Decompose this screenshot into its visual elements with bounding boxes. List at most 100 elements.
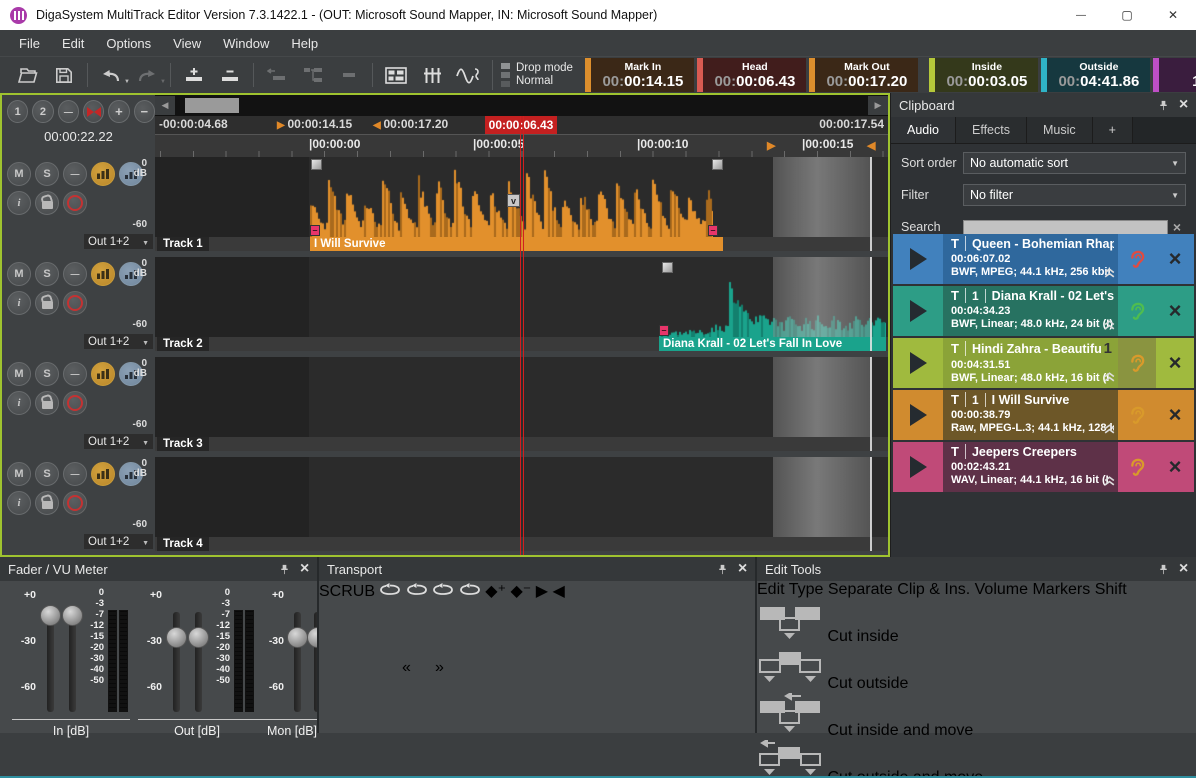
menu-view[interactable]: View xyxy=(162,30,212,57)
next-icon[interactable]: » xyxy=(435,659,463,687)
pin-icon[interactable] xyxy=(717,564,728,575)
play-icon[interactable] xyxy=(893,442,943,492)
tab-volume[interactable]: Volume xyxy=(975,581,1028,598)
zoom-to-selection-button[interactable] xyxy=(83,100,104,123)
expand-icon[interactable] xyxy=(1103,317,1116,335)
play-to-mark-button[interactable] xyxy=(540,591,592,643)
pin-icon[interactable] xyxy=(279,564,290,575)
remove-item-icon[interactable] xyxy=(1156,286,1194,336)
cut-outside-tool[interactable]: Cut outside xyxy=(757,646,1196,693)
menu-help[interactable]: Help xyxy=(280,30,329,57)
title-toggle[interactable]: T xyxy=(951,392,966,407)
play-button[interactable] xyxy=(395,587,469,661)
filter-select[interactable]: No filter xyxy=(963,184,1186,206)
fade-in-handle[interactable] xyxy=(311,159,322,170)
cut-inside-move-tool[interactable]: Cut inside and move xyxy=(757,693,1196,740)
lock-icon[interactable] xyxy=(35,391,59,415)
minimize-track-button[interactable] xyxy=(63,162,87,186)
volume-point-marker[interactable] xyxy=(507,194,520,207)
fade-out-handle[interactable] xyxy=(712,159,723,170)
undo-icon[interactable] xyxy=(96,61,126,89)
mixer-blocks-icon[interactable] xyxy=(381,61,411,89)
solo-button[interactable] xyxy=(35,162,59,186)
record-button[interactable] xyxy=(334,593,398,657)
redo-icon[interactable] xyxy=(132,61,162,89)
cut-inside-tool[interactable]: Cut inside xyxy=(757,599,1196,646)
prelisten-ear-icon[interactable] xyxy=(1118,442,1156,492)
zoom-preset-2-button[interactable] xyxy=(32,100,53,123)
scroll-left-icon[interactable]: ◀ xyxy=(155,96,175,115)
play-icon[interactable] xyxy=(893,286,943,336)
lock-icon[interactable] xyxy=(35,191,59,215)
track4-name[interactable]: Track 4 xyxy=(157,537,209,551)
remove-track-icon[interactable] xyxy=(215,61,245,89)
prelisten-ear-icon[interactable] xyxy=(1118,286,1156,336)
drop-mode-control[interactable]: Drop mode Normal xyxy=(492,60,573,90)
fade-in-handle[interactable] xyxy=(662,262,673,273)
tab-clip-ins[interactable]: Clip & Ins. xyxy=(897,581,970,598)
track2-name[interactable]: Track 2 xyxy=(157,337,209,351)
menu-file[interactable]: File xyxy=(8,30,51,57)
waveform-icon[interactable] xyxy=(453,61,483,89)
cut-outside-move-tool[interactable]: Cut outside and move xyxy=(757,740,1196,778)
scrollbar-thumb[interactable] xyxy=(185,98,239,113)
zoom-preset-1-button[interactable] xyxy=(7,100,28,123)
menu-window[interactable]: Window xyxy=(212,30,280,57)
play-around-marks-button[interactable] xyxy=(685,591,739,643)
meter-orange-icon[interactable] xyxy=(91,462,115,486)
mark-in-flag-icon[interactable]: ▶ xyxy=(767,139,775,152)
solo-button[interactable] xyxy=(35,362,59,386)
tab-shift[interactable]: Shift xyxy=(1095,581,1127,598)
solo-button[interactable] xyxy=(35,462,59,486)
lock-icon[interactable] xyxy=(35,491,59,515)
track-info-button[interactable] xyxy=(7,191,31,215)
clip-start-marker[interactable] xyxy=(659,325,669,336)
output-select[interactable]: Out 1+2 xyxy=(84,434,153,449)
close-panel-icon[interactable] xyxy=(1179,560,1188,578)
record-arm-button[interactable] xyxy=(63,491,87,515)
playhead-cursor[interactable] xyxy=(520,116,524,555)
fader-knob[interactable] xyxy=(287,627,308,648)
mute-button[interactable] xyxy=(7,162,31,186)
tab-add[interactable]: + xyxy=(1093,117,1133,143)
list-item[interactable]: TJeepers Creepers 00:02:43.21 WAV, Linea… xyxy=(893,442,1194,492)
output-select[interactable]: Out 1+2 xyxy=(84,234,153,249)
list-item[interactable]: TQueen - Bohemian Rhapsody_mp 00:06:07.0… xyxy=(893,234,1194,284)
expand-icon[interactable] xyxy=(1103,421,1116,439)
record-arm-button[interactable] xyxy=(63,191,87,215)
mute-button[interactable] xyxy=(7,362,31,386)
close-panel-icon[interactable] xyxy=(738,560,747,578)
remove-item-icon[interactable] xyxy=(1156,234,1194,284)
search-input[interactable] xyxy=(963,220,1168,235)
remove-item-icon[interactable] xyxy=(1156,442,1194,492)
title-toggle[interactable]: T xyxy=(951,341,966,356)
zoom-out-button[interactable] xyxy=(134,100,155,123)
save-icon[interactable] xyxy=(49,61,79,89)
list-item[interactable]: THindi Zahra - Beautiful Tango1 00:04:31… xyxy=(893,338,1194,388)
next-marker-button[interactable]: ▶ xyxy=(536,583,548,600)
minimize-track-button[interactable] xyxy=(63,362,87,386)
fader-knob[interactable] xyxy=(40,605,61,626)
clip2-label[interactable]: Diana Krall - 02 Let's Fall In Love xyxy=(659,337,886,351)
output-select[interactable]: Out 1+2 xyxy=(84,334,153,349)
title-toggle[interactable]: T xyxy=(951,236,966,251)
fader-knob[interactable] xyxy=(166,627,187,648)
tab-music[interactable]: Music xyxy=(1027,117,1093,143)
play-icon[interactable] xyxy=(893,234,943,284)
record-arm-button[interactable] xyxy=(63,391,87,415)
track3-name[interactable]: Track 3 xyxy=(157,437,209,451)
close-panel-icon[interactable] xyxy=(300,560,309,578)
stop-button[interactable] xyxy=(466,593,530,657)
tab-markers[interactable]: Markers xyxy=(1032,581,1090,598)
clip1-label[interactable]: I Will Survive xyxy=(310,237,723,251)
track-info-button[interactable] xyxy=(7,291,31,315)
expand-icon[interactable] xyxy=(1103,473,1116,491)
expand-icon[interactable] xyxy=(1103,369,1116,387)
scroll-right-icon[interactable]: ▶ xyxy=(868,96,888,115)
menu-edit[interactable]: Edit xyxy=(51,30,95,57)
close-panel-icon[interactable] xyxy=(1179,96,1188,114)
loop-4-button[interactable] xyxy=(459,583,481,600)
play-between-marks-button[interactable] xyxy=(636,591,688,643)
play-from-mark-button[interactable] xyxy=(588,591,640,643)
timeline-scrollbar[interactable]: ◀ ▶ xyxy=(155,95,888,116)
